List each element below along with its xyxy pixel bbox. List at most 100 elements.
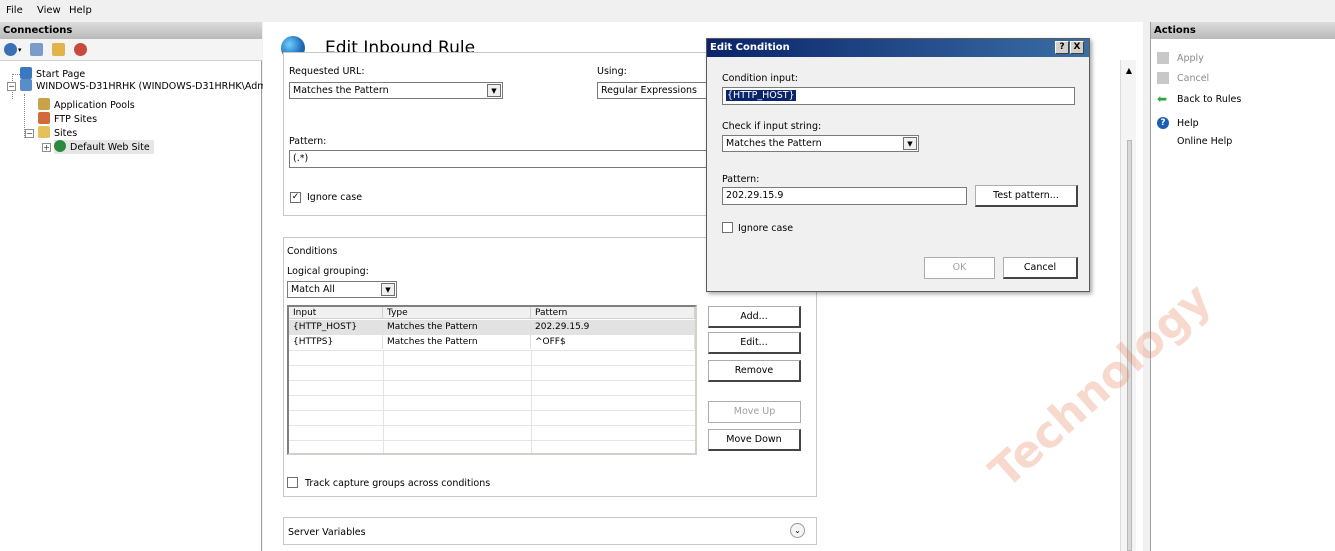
ignore-case-label: Ignore case <box>307 192 363 203</box>
connections-toolbar: ▾ <box>0 39 262 61</box>
column-header-type[interactable]: Type <box>383 307 531 319</box>
vertical-scrollbar[interactable]: ▲ <box>1120 60 1136 551</box>
select-value: Matches the Pattern <box>726 138 822 149</box>
conditions-table: Input Type Pattern {HTTP_HOST} Matches t… <box>287 305 697 455</box>
condition-input-label: Condition input: <box>722 73 798 84</box>
dialog-title: Edit Condition <box>707 39 1089 57</box>
expand-icon[interactable]: + <box>42 143 51 152</box>
chevron-down-icon: ▼ <box>903 137 917 150</box>
start-page-icon <box>20 67 32 79</box>
row-divider <box>289 440 695 441</box>
dialog-pattern-label: Pattern: <box>722 174 760 185</box>
connections-panel: Connections ▾ Start Page − WINDOWS-D31HR… <box>0 22 269 551</box>
requested-url-select[interactable]: Matches the Pattern ▼ <box>289 82 503 99</box>
menu-help[interactable]: Help <box>69 5 92 16</box>
connect-icon[interactable] <box>4 43 17 56</box>
track-capture-checkbox[interactable] <box>287 477 298 488</box>
dialog-help-button[interactable]: ? <box>1055 41 1069 54</box>
menu-view[interactable]: View <box>37 5 61 16</box>
select-value: Matches the Pattern <box>293 85 389 96</box>
back-to-rules-link[interactable]: Back to Rules <box>1177 94 1241 105</box>
scroll-up-icon[interactable]: ▲ <box>1124 66 1134 76</box>
using-select[interactable]: Regular Expressions <box>597 82 709 99</box>
up-folder-icon[interactable] <box>52 43 65 56</box>
collapse-icon[interactable]: − <box>25 129 34 138</box>
apply-action[interactable]: Apply <box>1177 53 1204 64</box>
condition-input-field[interactable]: {HTTP_HOST} <box>722 87 1075 105</box>
conditions-title: Conditions <box>287 246 338 257</box>
apply-icon <box>1157 52 1169 64</box>
using-label: Using: <box>597 66 627 77</box>
cell-pattern: ^OFF$ <box>531 335 695 349</box>
tree-item-default-web-site[interactable]: Default Web Site <box>54 140 154 154</box>
dialog-pattern-input[interactable]: 202.29.15.9 <box>722 187 967 205</box>
online-help-link[interactable]: Online Help <box>1177 136 1232 147</box>
chevron-down-icon: ▼ <box>487 84 501 97</box>
tree-line <box>12 74 20 75</box>
cell-type: Matches the Pattern <box>383 320 531 334</box>
add-condition-button[interactable]: Add... <box>708 306 801 328</box>
menu-bar: File View Help <box>0 0 1335 22</box>
tree-item-ftp-sites[interactable]: FTP Sites <box>38 112 97 126</box>
cancel-icon <box>1157 72 1169 84</box>
requested-url-label: Requested URL: <box>289 66 365 77</box>
move-down-button[interactable]: Move Down <box>708 429 801 451</box>
menu-file[interactable]: File <box>6 5 23 16</box>
pattern-input[interactable]: (.*) <box>289 150 709 168</box>
tree-label: Application Pools <box>54 100 135 111</box>
row-divider <box>289 395 695 396</box>
server-variables-title: Server Variables <box>288 527 366 538</box>
ignore-case-checkbox[interactable]: ✓ <box>290 192 301 203</box>
connections-header: Connections <box>0 22 262 39</box>
remove-condition-button[interactable]: Remove <box>708 360 801 382</box>
expand-chevron-icon[interactable]: ⌄ <box>790 523 805 538</box>
test-pattern-button[interactable]: Test pattern... <box>975 185 1078 207</box>
sites-folder-icon <box>38 126 50 138</box>
app-pools-icon <box>38 98 50 110</box>
dialog-close-button[interactable]: X <box>1070 41 1084 54</box>
edit-condition-button[interactable]: Edit... <box>708 332 801 354</box>
actions-header: Actions <box>1151 22 1335 39</box>
row-divider <box>289 410 695 411</box>
cancel-action[interactable]: Cancel <box>1177 73 1209 84</box>
dialog-ignore-case-label: Ignore case <box>738 223 794 234</box>
collapse-icon[interactable]: − <box>7 82 16 91</box>
select-value: Match All <box>291 284 335 295</box>
ftp-sites-icon <box>38 112 50 124</box>
column-header-pattern[interactable]: Pattern <box>531 307 695 319</box>
selected-text: {HTTP_HOST} <box>726 90 796 101</box>
disconnect-icon[interactable] <box>74 43 87 56</box>
column-divider <box>383 350 384 453</box>
dropdown-arrow-icon[interactable]: ▾ <box>18 46 22 54</box>
column-header-input[interactable]: Input <box>289 307 383 319</box>
table-row[interactable]: {HTTP_HOST} Matches the Pattern 202.29.1… <box>289 320 695 335</box>
row-divider <box>289 380 695 381</box>
save-icon[interactable] <box>30 43 43 56</box>
cell-input: {HTTP_HOST} <box>289 320 383 334</box>
help-link[interactable]: Help <box>1177 118 1199 129</box>
row-divider <box>289 365 695 366</box>
check-input-select[interactable]: Matches the Pattern ▼ <box>722 135 919 152</box>
logical-grouping-label: Logical grouping: <box>287 266 369 277</box>
ok-button[interactable]: OK <box>924 257 995 279</box>
dialog-cancel-button[interactable]: Cancel <box>1003 257 1078 279</box>
tree-item-sites[interactable]: Sites <box>38 126 77 140</box>
table-row[interactable]: {HTTPS} Matches the Pattern ^OFF$ <box>289 335 695 350</box>
cell-type: Matches the Pattern <box>383 335 531 349</box>
server-variables-group[interactable]: Server Variables ⌄ <box>283 517 817 545</box>
back-arrow-icon: ⬅ <box>1157 92 1168 106</box>
column-divider <box>531 350 532 453</box>
cell-pattern: 202.29.15.9 <box>531 320 695 334</box>
tree-label: WINDOWS-D31HRHK (WINDOWS-D31HRHK\Admi <box>36 81 270 92</box>
tree-label: Sites <box>54 128 78 139</box>
edit-condition-dialog: Edit Condition ? X Condition input: {HTT… <box>706 38 1090 292</box>
tree-item-server[interactable]: WINDOWS-D31HRHK (WINDOWS-D31HRHK\Admi <box>20 79 269 93</box>
logical-grouping-select[interactable]: Match All ▼ <box>287 281 397 298</box>
dialog-ignore-case-checkbox[interactable] <box>722 222 733 233</box>
chevron-down-icon: ▼ <box>381 283 395 296</box>
tree-label: FTP Sites <box>54 114 98 125</box>
tree-item-app-pools[interactable]: Application Pools <box>38 98 135 112</box>
move-up-button[interactable]: Move Up <box>708 401 801 423</box>
row-divider <box>289 350 695 351</box>
globe-icon <box>54 140 66 152</box>
